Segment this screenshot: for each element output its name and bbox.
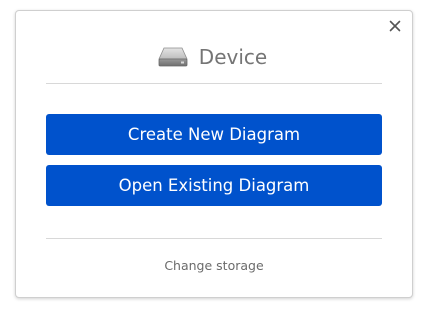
hard-drive-icon — [158, 47, 188, 67]
open-existing-diagram-button[interactable]: Open Existing Diagram — [46, 165, 382, 206]
storage-dialog: Device Create New Diagram Open Existing … — [15, 10, 413, 298]
close-icon — [389, 20, 401, 32]
close-button[interactable] — [387, 18, 403, 34]
dialog-title: Device — [198, 45, 268, 69]
change-storage-link[interactable]: Change storage — [16, 258, 412, 273]
footer-divider — [46, 238, 382, 239]
header-divider — [46, 83, 382, 84]
create-new-diagram-button[interactable]: Create New Diagram — [46, 114, 382, 155]
dialog-header: Device — [16, 40, 412, 74]
